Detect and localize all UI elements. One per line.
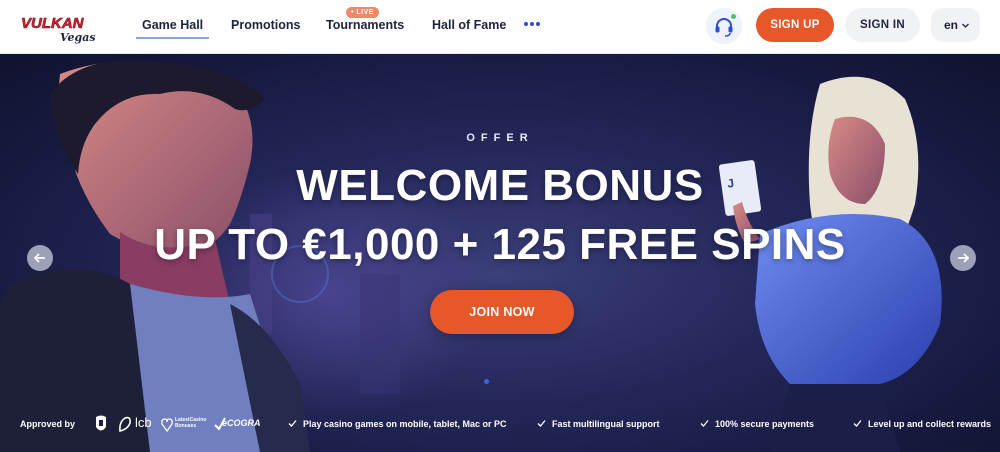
feature-text: Fast multilingual support (552, 419, 660, 429)
feature-text: Level up and collect rewards (868, 419, 992, 429)
approved-by-label: Approved by (20, 419, 76, 429)
hero-banner: J OFFER WELCOME BONUS UP TO €1,000 + 125… (0, 54, 1000, 452)
online-status-dot (731, 14, 736, 19)
carousel-next-button[interactable] (950, 245, 976, 271)
vulkan-vegas-logo[interactable]: VULKAN Vegas (20, 10, 106, 44)
check-icon (537, 420, 546, 427)
chevron-down-icon (962, 23, 969, 28)
sign-in-button[interactable]: SIGN IN (845, 8, 920, 42)
carousel-prev-button[interactable] (27, 245, 53, 271)
carousel-dot[interactable] (484, 379, 489, 384)
nav-hall-of-fame[interactable]: Hall of Fame (432, 0, 506, 54)
sign-up-button[interactable]: SIGN UP (756, 8, 834, 42)
arrow-right-icon (958, 253, 970, 263)
offer-kicker: OFFER (466, 132, 534, 144)
feature-text: 100% secure payments (715, 419, 815, 429)
nav-tournaments[interactable]: Tournaments (326, 0, 404, 54)
check-icon (700, 420, 709, 427)
lcb-text-line2: Bonuses (175, 423, 197, 429)
hero-headline-line1: WELCOME BONUS (296, 161, 704, 210)
feature-text: Play casino games on mobile, tablet, Mac… (303, 419, 507, 429)
headset-icon (715, 18, 733, 37)
site-header: VULKAN Vegas Game Hall Promotions • LIVE… (0, 0, 1000, 54)
shield-crest-icon (96, 415, 106, 431)
feature-item: Level up and collect rewards (853, 419, 991, 429)
more-dots-icon[interactable] (524, 22, 540, 28)
nav-game-hall[interactable]: Game Hall (135, 0, 210, 54)
carousel-dots (484, 379, 518, 385)
arrow-left-icon (33, 253, 45, 263)
feature-item: Play casino games on mobile, tablet, Mac… (288, 419, 507, 429)
join-now-button[interactable]: JOIN NOW (430, 290, 574, 334)
lcb-icon (119, 416, 131, 432)
ecogra-label: eCOGRA (222, 418, 261, 428)
support-button[interactable] (706, 8, 742, 44)
logo-wordmark: VULKAN (21, 15, 85, 32)
logo-script: Vegas (60, 31, 96, 44)
lcb-label: lcb (135, 415, 152, 430)
language-code: en (944, 18, 959, 32)
feature-item: 100% secure payments (700, 419, 814, 429)
carousel-dot[interactable] (510, 379, 515, 384)
carousel-dot[interactable] (497, 379, 502, 384)
latest-casino-bonuses-icon (161, 418, 173, 433)
check-icon (853, 420, 862, 427)
latest-casino-bonuses-label: LatestCasino Bonuses (175, 417, 206, 429)
hero-headline-line2: UP TO €1,000 + 125 FREE SPINS (154, 220, 846, 269)
logo-graphic: VULKAN Vegas (21, 15, 96, 44)
nav-promotions[interactable]: Promotions (231, 0, 300, 54)
feature-item: Fast multilingual support (537, 419, 660, 429)
language-selector[interactable]: en (931, 8, 980, 42)
trust-strip: Approved by lcb LatestCasino Bonuses eCO… (0, 402, 1000, 448)
check-icon (288, 420, 297, 427)
